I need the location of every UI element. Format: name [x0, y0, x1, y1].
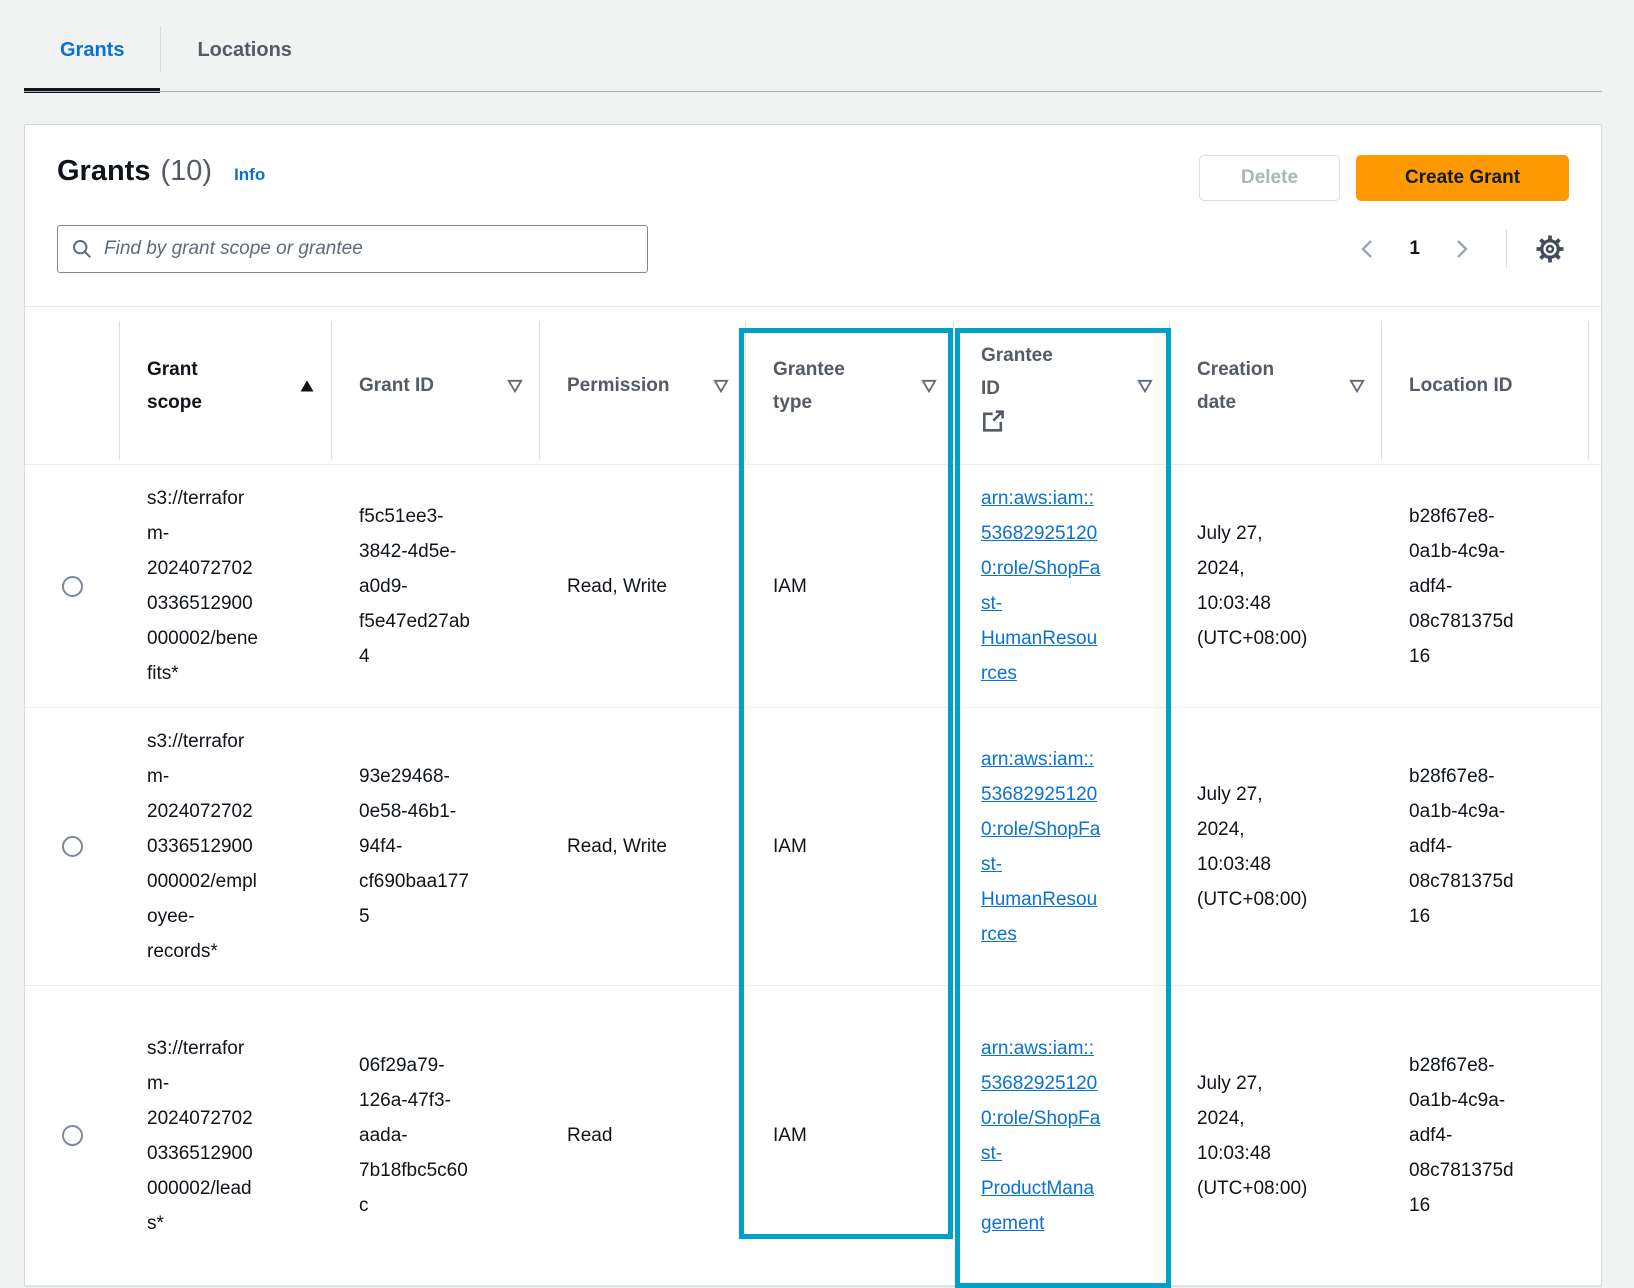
location-id-cell: b28f67e8-0a1b-4c9a-adf4-08c781375d16 — [1381, 1048, 1603, 1223]
header-cell-grant-id[interactable]: Grant ID — [331, 307, 539, 464]
grants-count: (10) — [160, 155, 212, 188]
next-page-button[interactable] — [1444, 230, 1478, 268]
pagination-divider — [1506, 230, 1507, 268]
sort-descending-icon — [1137, 379, 1153, 393]
grantee-id-cell: arn:aws:iam::536829251200:role/ShopFast-… — [953, 742, 1169, 952]
header-cell-grantee-type[interactable]: Grantee type — [745, 307, 953, 464]
grants-table: Grant scope Grant ID Permission — [25, 306, 1601, 1286]
previous-page-button[interactable] — [1351, 230, 1385, 268]
permission-cell: Read, Write — [539, 569, 745, 604]
info-link[interactable]: Info — [234, 165, 265, 185]
header-cell-permission[interactable]: Permission — [539, 307, 745, 464]
grantee-id-cell: arn:aws:iam::536829251200:role/ShopFast-… — [953, 1031, 1169, 1241]
location-id-cell: b28f67e8-0a1b-4c9a-adf4-08c781375d16 — [1381, 499, 1603, 674]
header-cell-grant-scope[interactable]: Grant scope — [119, 307, 331, 464]
sort-descending-icon — [921, 379, 937, 393]
grantee-type-header-label: Grantee type — [773, 353, 857, 419]
grantee-type-cell: IAM — [745, 1118, 953, 1153]
pagination: 1 — [1351, 230, 1569, 268]
header-cell-grantee-id[interactable]: Grantee ID — [953, 307, 1169, 464]
sort-descending-icon — [713, 379, 729, 393]
tab-grants[interactable]: Grants — [24, 22, 160, 92]
table-row: s3://terraform-2024072702033651290000000… — [25, 708, 1601, 986]
header-cell-location-id[interactable]: Location ID — [1381, 307, 1603, 464]
row-radio-button[interactable] — [62, 836, 83, 857]
grantee-id-cell: arn:aws:iam::536829251200:role/ShopFast-… — [953, 481, 1169, 691]
header-cell-select — [25, 307, 119, 464]
location-id-cell: b28f67e8-0a1b-4c9a-adf4-08c781375d16 — [1381, 759, 1603, 934]
creation-date-header-label: Creation date — [1197, 353, 1281, 419]
permission-cell: Read — [539, 1118, 745, 1153]
grantee-id-link[interactable]: arn:aws:iam::536829251200:role/ShopFast-… — [981, 488, 1100, 684]
tab-locations-label: Locations — [197, 39, 291, 62]
external-link-icon — [981, 409, 1005, 433]
location-id-header-label: Location ID — [1409, 369, 1512, 402]
table-row: s3://terraform-2024072702033651290000000… — [25, 986, 1601, 1286]
tabs-bar: Grants Locations — [0, 22, 1634, 92]
grant-scope-cell: s3://terraform-2024072702033651290000000… — [119, 481, 331, 691]
sort-descending-icon — [1349, 379, 1365, 393]
page-title: Grants — [57, 155, 150, 188]
permission-header-label: Permission — [567, 369, 669, 402]
grantee-type-cell: IAM — [745, 569, 953, 604]
grant-id-cell: 93e29468-0e58-46b1-94f4-cf690baa1775 — [331, 759, 539, 934]
table-header-row: Grant scope Grant ID Permission — [25, 307, 1601, 465]
grantee-id-link[interactable]: arn:aws:iam::536829251200:role/ShopFast-… — [981, 749, 1100, 945]
chevron-left-icon — [1357, 236, 1379, 262]
grantee-id-header-label: Grantee ID — [981, 339, 1065, 433]
grant-id-header-label: Grant ID — [359, 369, 434, 402]
panel-header: Grants (10) Info Delete Create Grant — [25, 125, 1601, 306]
search-box — [57, 225, 648, 273]
current-page: 1 — [1409, 238, 1420, 260]
grantee-type-cell: IAM — [745, 829, 953, 864]
tab-grants-label: Grants — [60, 39, 124, 62]
settings-button[interactable] — [1531, 230, 1569, 268]
grant-scope-cell: s3://terraform-2024072702033651290000000… — [119, 1031, 331, 1241]
grantee-id-link[interactable]: arn:aws:iam::536829251200:role/ShopFast-… — [981, 1038, 1100, 1234]
grant-id-cell: f5c51ee3-3842-4d5e-a0d9-f5e47ed27ab4 — [331, 499, 539, 674]
permission-cell: Read, Write — [539, 829, 745, 864]
creation-date-cell: July 27, 2024, 10:03:48 (UTC+08:00) — [1169, 516, 1381, 656]
search-icon — [72, 239, 92, 259]
grants-panel: Grants (10) Info Delete Create Grant — [24, 124, 1602, 1287]
delete-button[interactable]: Delete — [1199, 155, 1340, 201]
tab-locations[interactable]: Locations — [161, 22, 327, 92]
settings-gear-icon — [1535, 234, 1565, 264]
row-radio-button[interactable] — [62, 576, 83, 597]
tabs-underline-track — [24, 91, 1602, 92]
row-radio-button[interactable] — [62, 1125, 83, 1146]
chevron-right-icon — [1450, 236, 1472, 262]
creation-date-cell: July 27, 2024, 10:03:48 (UTC+08:00) — [1169, 777, 1381, 917]
header-cell-creation-date[interactable]: Creation date — [1169, 307, 1381, 464]
search-input[interactable] — [57, 225, 648, 273]
grant-scope-header-label: Grant scope — [147, 353, 231, 419]
grant-scope-cell: s3://terraform-2024072702033651290000000… — [119, 724, 331, 969]
grant-id-cell: 06f29a79-126a-47f3-aada-7b18fbc5c60c — [331, 1048, 539, 1223]
create-grant-button[interactable]: Create Grant — [1356, 155, 1569, 201]
table-row: s3://terraform-2024072702033651290000000… — [25, 465, 1601, 708]
creation-date-cell: July 27, 2024, 10:03:48 (UTC+08:00) — [1169, 1066, 1381, 1206]
sort-descending-icon — [507, 379, 523, 393]
sort-ascending-icon — [299, 379, 315, 393]
